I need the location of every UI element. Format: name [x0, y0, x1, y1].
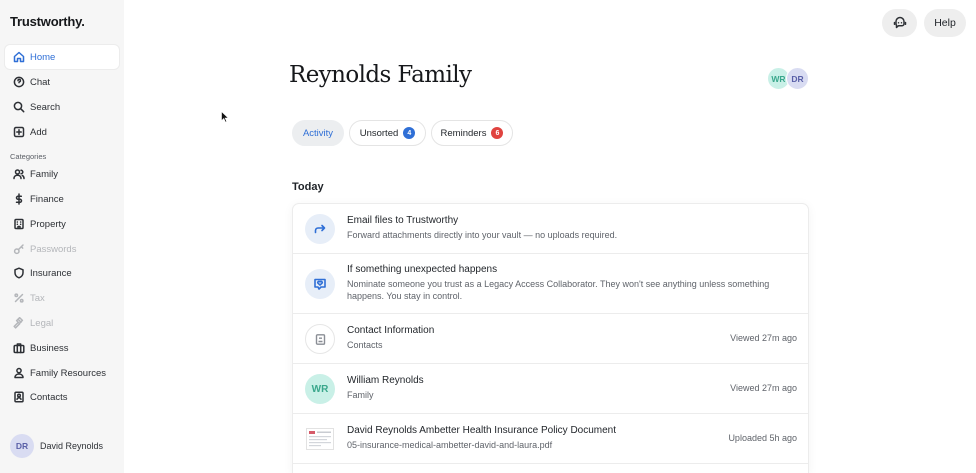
nav-label: Contacts: [30, 391, 68, 403]
nav-item-chat[interactable]: Chat: [5, 70, 119, 94]
feed-heading: Today: [292, 181, 324, 193]
activity-feed: Email files to Trustworthy Forward attac…: [292, 203, 809, 473]
nav-label: Add: [30, 126, 47, 138]
nav-label: Business: [30, 342, 69, 354]
nav-label: Passwords: [30, 243, 77, 255]
nav-label: Home: [30, 51, 56, 63]
nav-label: Insurance: [30, 267, 72, 279]
item-subtitle: Family: [347, 390, 374, 400]
item-title: William Reynolds: [347, 375, 424, 386]
contact-card-icon: [13, 391, 25, 403]
tab-label: Unsorted: [359, 127, 399, 139]
list-item[interactable]: WR William Reynolds Family Viewed 27m ag…: [293, 364, 808, 414]
list-item[interactable]: Email files to Trustworthy Forward attac…: [293, 204, 808, 254]
categories-label: Categories: [10, 152, 47, 161]
nav-item-add[interactable]: Add: [5, 120, 119, 144]
item-subtitle: Nominate someone you trust as a Legacy A…: [347, 279, 770, 301]
chat-icon: [13, 76, 25, 88]
nav-item-home[interactable]: Home: [5, 45, 119, 69]
chatbot-icon: [893, 16, 906, 29]
help-button[interactable]: Help: [924, 9, 966, 37]
nav-item-insurance[interactable]: Insurance: [5, 261, 119, 285]
avatar: DR: [10, 434, 34, 458]
tab-label: Activity: [302, 127, 334, 139]
document-thumbnail-icon: [306, 428, 334, 450]
search-icon: [13, 101, 25, 113]
list-item[interactable]: David Reynolds Ambetter Health Insurance…: [293, 414, 808, 464]
briefcase-icon: [13, 342, 25, 354]
dollar-icon: [13, 193, 25, 205]
nav-item-passwords[interactable]: Passwords: [5, 237, 119, 261]
avatar: WR: [305, 374, 335, 404]
page-title: Reynolds Family: [289, 62, 472, 88]
count-badge: 6: [491, 127, 504, 139]
nav-label: Family Resources: [30, 367, 107, 379]
nav-label: Finance: [30, 193, 64, 205]
nav-item-search[interactable]: Search: [5, 95, 119, 119]
shield-icon: [13, 267, 25, 279]
nav-item-tax[interactable]: Tax: [5, 286, 119, 310]
percent-icon: [13, 292, 25, 304]
list-item[interactable]: If something unexpected happens Nominate…: [293, 254, 808, 314]
item-timestamp: Viewed 27m ago: [730, 333, 797, 343]
mouse-cursor-icon: [221, 111, 229, 123]
home-icon: [13, 51, 25, 63]
nav-label: Property: [30, 218, 66, 230]
gavel-icon: [13, 317, 25, 329]
item-title: David Reynolds Ambetter Health Insurance…: [347, 425, 617, 436]
item-title: Contact Information: [347, 325, 435, 336]
item-title: If something unexpected happens: [347, 264, 498, 275]
building-icon: [13, 218, 25, 230]
nav-item-family[interactable]: Family: [5, 162, 119, 186]
person-group-icon: [13, 367, 25, 379]
forward-arrow-icon: [305, 214, 335, 244]
current-user[interactable]: DR David Reynolds: [10, 434, 103, 458]
nav-label: Search: [30, 101, 61, 113]
item-timestamp: Viewed 27m ago: [730, 383, 797, 393]
plus-square-icon: [13, 126, 25, 138]
item-timestamp: Uploaded 5h ago: [728, 433, 797, 443]
tab-activity[interactable]: Activity: [292, 120, 344, 146]
key-icon: [13, 243, 25, 255]
count-badge: 4: [403, 127, 416, 139]
item-subtitle: Contacts: [347, 340, 383, 350]
nav-item-contacts[interactable]: Contacts: [5, 385, 119, 409]
avatar[interactable]: DR: [786, 67, 809, 90]
assistant-button[interactable]: [882, 9, 917, 37]
nav-label: Chat: [30, 76, 51, 88]
nav-item-business[interactable]: Business: [5, 336, 119, 360]
contact-card-icon: [305, 324, 335, 354]
tab-reminders[interactable]: Reminders 6: [431, 120, 513, 146]
item-title: Email files to Trustworthy: [347, 215, 459, 226]
nav-item-property[interactable]: Property: [5, 212, 119, 236]
heart-message-icon: [305, 269, 335, 299]
nav-label: Family: [30, 168, 58, 180]
item-subtitle: 05-insurance-medical-ambetter-david-and-…: [347, 440, 553, 450]
nav-label: Legal: [30, 317, 54, 329]
tab-label: Reminders: [440, 127, 487, 139]
nav-item-legal[interactable]: Legal: [5, 311, 119, 335]
tab-unsorted[interactable]: Unsorted 4: [349, 120, 426, 146]
nav-item-family-resources[interactable]: Family Resources: [5, 361, 119, 385]
user-name: David Reynolds: [40, 441, 104, 451]
sidebar: Trustworthy. Home Chat Search Add Catego…: [0, 0, 124, 473]
nav-item-finance[interactable]: Finance: [5, 187, 119, 211]
people-icon: [13, 168, 25, 180]
nav-label: Tax: [30, 292, 45, 304]
member-avatars[interactable]: WR DR: [767, 67, 809, 90]
list-item[interactable]: Contact Information Contacts Viewed 27m …: [293, 314, 808, 364]
item-subtitle: Forward attachments directly into your v…: [347, 230, 618, 240]
app-logo[interactable]: Trustworthy.: [10, 14, 85, 29]
